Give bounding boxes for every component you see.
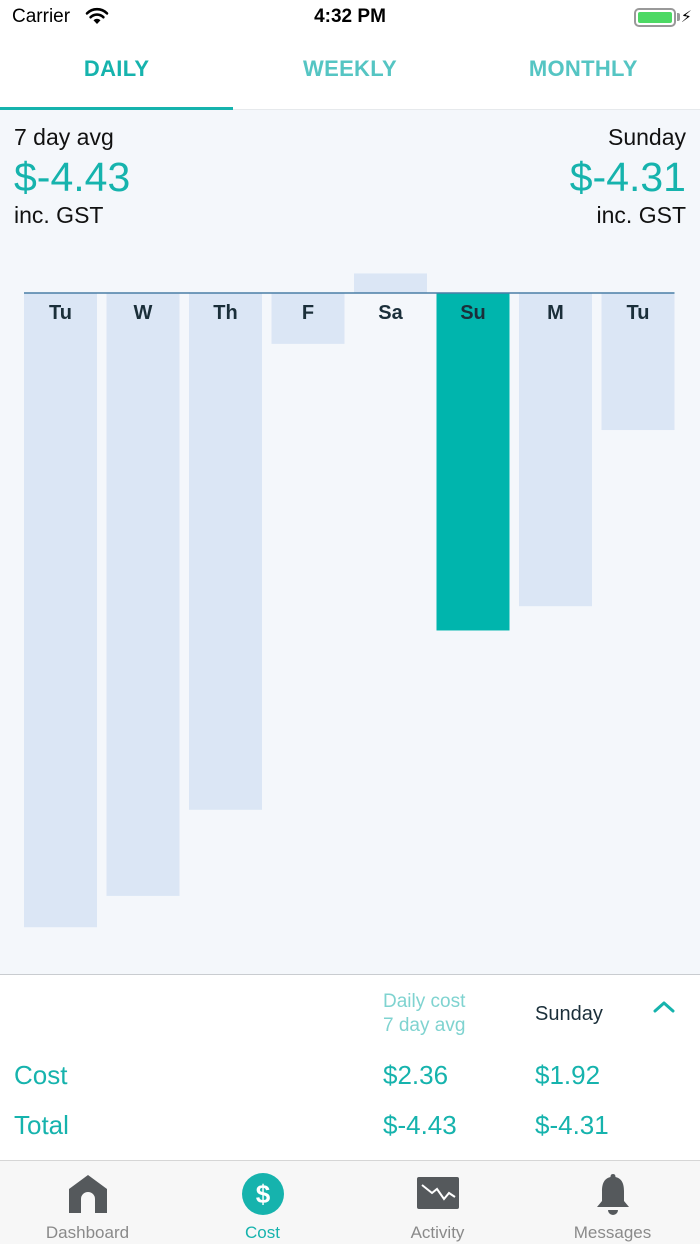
day-label-7: Tu bbox=[627, 302, 650, 324]
bar-tu-0[interactable] bbox=[24, 293, 97, 928]
bar-sa-4[interactable] bbox=[354, 273, 427, 293]
day-label-4: Sa bbox=[378, 302, 403, 324]
chevron-up-icon[interactable] bbox=[652, 998, 676, 1014]
summary-avg-header-line1: Daily cost bbox=[383, 991, 466, 1012]
nav-activity[interactable]: Activity bbox=[350, 1161, 525, 1244]
tab-monthly[interactable]: MONTHLY bbox=[467, 36, 700, 109]
nav-cost[interactable]: $ Cost bbox=[175, 1161, 350, 1244]
nav-dashboard[interactable]: Dashboard bbox=[0, 1161, 175, 1244]
day-label-2: Th bbox=[213, 302, 237, 324]
day-label-3: F bbox=[302, 302, 314, 324]
day-label-1: W bbox=[134, 302, 153, 324]
nav-messages-label: Messages bbox=[573, 1223, 652, 1242]
nav-cost-label: Cost bbox=[245, 1223, 280, 1242]
cost-row-label: Cost bbox=[14, 1060, 68, 1090]
cost-row-avg: $2.36 bbox=[383, 1060, 449, 1090]
day-label-0: Tu bbox=[49, 302, 72, 324]
day-label-6: M bbox=[547, 302, 564, 324]
chart-area: 7 day avg $-4.43 inc. GST Sunday $-4.31 … bbox=[0, 110, 700, 975]
summary-selected-header: Sunday bbox=[535, 1003, 603, 1025]
total-row-selected: $-4.31 bbox=[535, 1110, 609, 1140]
bell-icon bbox=[596, 1174, 629, 1215]
total-row-label: Total bbox=[14, 1110, 69, 1140]
summary-avg-header: Daily cost 7 day avg bbox=[383, 990, 465, 1038]
status-bar: Carrier 4:32 PM ⚡ bbox=[0, 0, 700, 36]
bar-w-1[interactable] bbox=[106, 293, 180, 896]
nav-messages[interactable]: Messages bbox=[525, 1161, 700, 1244]
period-tabs: DAILY WEEKLY MONTHLY bbox=[0, 36, 700, 110]
home-icon bbox=[68, 1175, 107, 1213]
summary-avg-header-line2: 7 day avg bbox=[383, 1015, 466, 1036]
charging-icon: ⚡ bbox=[680, 9, 692, 26]
total-row-avg: $-4.43 bbox=[383, 1110, 457, 1140]
tab-daily[interactable]: DAILY bbox=[0, 36, 234, 110]
svg-text:$: $ bbox=[255, 1179, 270, 1209]
nav-dashboard-label: Dashboard bbox=[45, 1223, 130, 1242]
bar-th-2[interactable] bbox=[189, 293, 262, 810]
activity-icon bbox=[416, 1177, 459, 1209]
cost-row-selected: $1.92 bbox=[535, 1060, 601, 1090]
day-label-5: Su bbox=[460, 302, 486, 324]
bottom-nav: Dashboard $ Cost Activity Messages bbox=[0, 1160, 700, 1244]
status-time: 4:32 PM bbox=[314, 6, 386, 27]
battery-icon bbox=[634, 8, 676, 27]
daily-cost-chart: Tu W Th F Sa Su M Tu bbox=[24, 273, 675, 928]
bar-m-6[interactable] bbox=[519, 293, 592, 607]
battery-tip bbox=[677, 13, 680, 21]
summary-panel: Daily cost 7 day avg Sunday Cost $2.36 $… bbox=[0, 976, 700, 1160]
nav-activity-label: Activity bbox=[410, 1223, 465, 1242]
tab-weekly[interactable]: WEEKLY bbox=[233, 36, 466, 109]
bar-su-5[interactable] bbox=[436, 293, 510, 631]
dollar-icon: $ bbox=[241, 1173, 284, 1215]
